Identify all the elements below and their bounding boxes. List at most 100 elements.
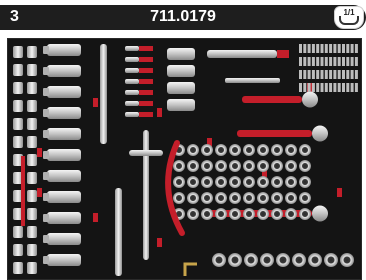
small-socket xyxy=(27,208,37,220)
bit xyxy=(342,57,345,66)
small-socket xyxy=(13,82,23,94)
deep-socket-end xyxy=(43,235,49,243)
deep-socket xyxy=(47,65,81,77)
deep-socket-end xyxy=(43,256,49,264)
small-socket xyxy=(13,64,23,76)
bit xyxy=(354,83,358,92)
tray-shape xyxy=(339,16,359,25)
socket xyxy=(173,176,185,188)
socket xyxy=(285,144,297,156)
bit xyxy=(342,83,345,92)
bit xyxy=(333,44,337,53)
screwdriver xyxy=(207,50,277,58)
bit xyxy=(299,70,302,79)
bit xyxy=(337,83,341,92)
socket xyxy=(173,192,185,204)
small-socket xyxy=(27,262,37,274)
deep-socket xyxy=(47,44,81,56)
socket xyxy=(229,160,241,172)
bit xyxy=(354,44,358,53)
header-bar: 3 711.0179 1/1 xyxy=(0,5,366,30)
small-socket xyxy=(13,118,23,130)
deep-socket xyxy=(47,191,81,203)
bit-holder xyxy=(125,90,139,95)
socket xyxy=(299,192,311,204)
bit xyxy=(299,44,302,53)
deep-socket xyxy=(47,86,81,98)
deep-socket xyxy=(47,128,81,140)
bit-holder xyxy=(125,101,139,106)
bit xyxy=(303,70,307,79)
socket xyxy=(271,176,283,188)
socket xyxy=(215,176,227,188)
socket xyxy=(299,176,311,188)
socket xyxy=(215,160,227,172)
bit xyxy=(320,83,324,92)
socket xyxy=(215,208,227,220)
bit-holder xyxy=(125,46,139,51)
small-socket xyxy=(27,172,37,184)
socket xyxy=(285,192,297,204)
bit-holder-grip xyxy=(139,90,153,95)
socket xyxy=(299,208,311,220)
bit xyxy=(307,83,311,92)
red-marker xyxy=(157,108,162,117)
deep-socket-end xyxy=(43,214,49,222)
bit xyxy=(311,44,315,53)
bit-holder-grip xyxy=(139,101,153,106)
bit xyxy=(307,57,311,66)
deep-socket-end xyxy=(43,109,49,117)
bit xyxy=(307,44,311,53)
bit xyxy=(320,70,324,79)
bit xyxy=(311,83,315,92)
bit xyxy=(316,44,320,53)
socket xyxy=(243,144,255,156)
socket xyxy=(215,192,227,204)
socket xyxy=(187,192,199,204)
bit xyxy=(342,44,345,53)
large-socket xyxy=(212,253,226,267)
deep-socket xyxy=(47,170,81,182)
bit xyxy=(320,44,324,53)
bit xyxy=(333,70,337,79)
socket xyxy=(299,160,311,172)
bit-holder xyxy=(125,112,139,117)
deep-socket-end xyxy=(43,151,49,159)
socket xyxy=(271,192,283,204)
large-socket xyxy=(308,253,322,267)
bit xyxy=(342,70,345,79)
bit xyxy=(346,83,350,92)
bit xyxy=(337,70,341,79)
ratchet-large-head xyxy=(312,205,328,222)
red-marker xyxy=(337,188,342,197)
bit-holder xyxy=(125,79,139,84)
socket xyxy=(257,208,269,220)
small-socket xyxy=(13,136,23,148)
small-socket xyxy=(13,226,23,238)
socket xyxy=(229,208,241,220)
small-socket xyxy=(13,46,23,58)
screwdriver-grip xyxy=(277,50,289,58)
bit xyxy=(346,57,350,66)
deep-socket-end xyxy=(43,130,49,138)
bit xyxy=(303,44,307,53)
small-socket xyxy=(27,118,37,130)
socket xyxy=(187,176,199,188)
socket xyxy=(257,144,269,156)
bit xyxy=(324,44,328,53)
ratchet-handle xyxy=(237,130,312,137)
ratchet-handle xyxy=(242,96,302,103)
bit xyxy=(354,57,358,66)
large-socket xyxy=(292,253,306,267)
bit xyxy=(324,57,328,66)
spinner-bar xyxy=(225,78,280,83)
bit xyxy=(303,57,307,66)
medium-socket xyxy=(167,48,195,60)
bit-holder-grip xyxy=(139,68,153,73)
socket xyxy=(257,176,269,188)
bit xyxy=(350,70,354,79)
bit xyxy=(350,57,354,66)
bit xyxy=(350,83,354,92)
extension-bar xyxy=(100,44,107,144)
small-socket xyxy=(27,64,37,76)
